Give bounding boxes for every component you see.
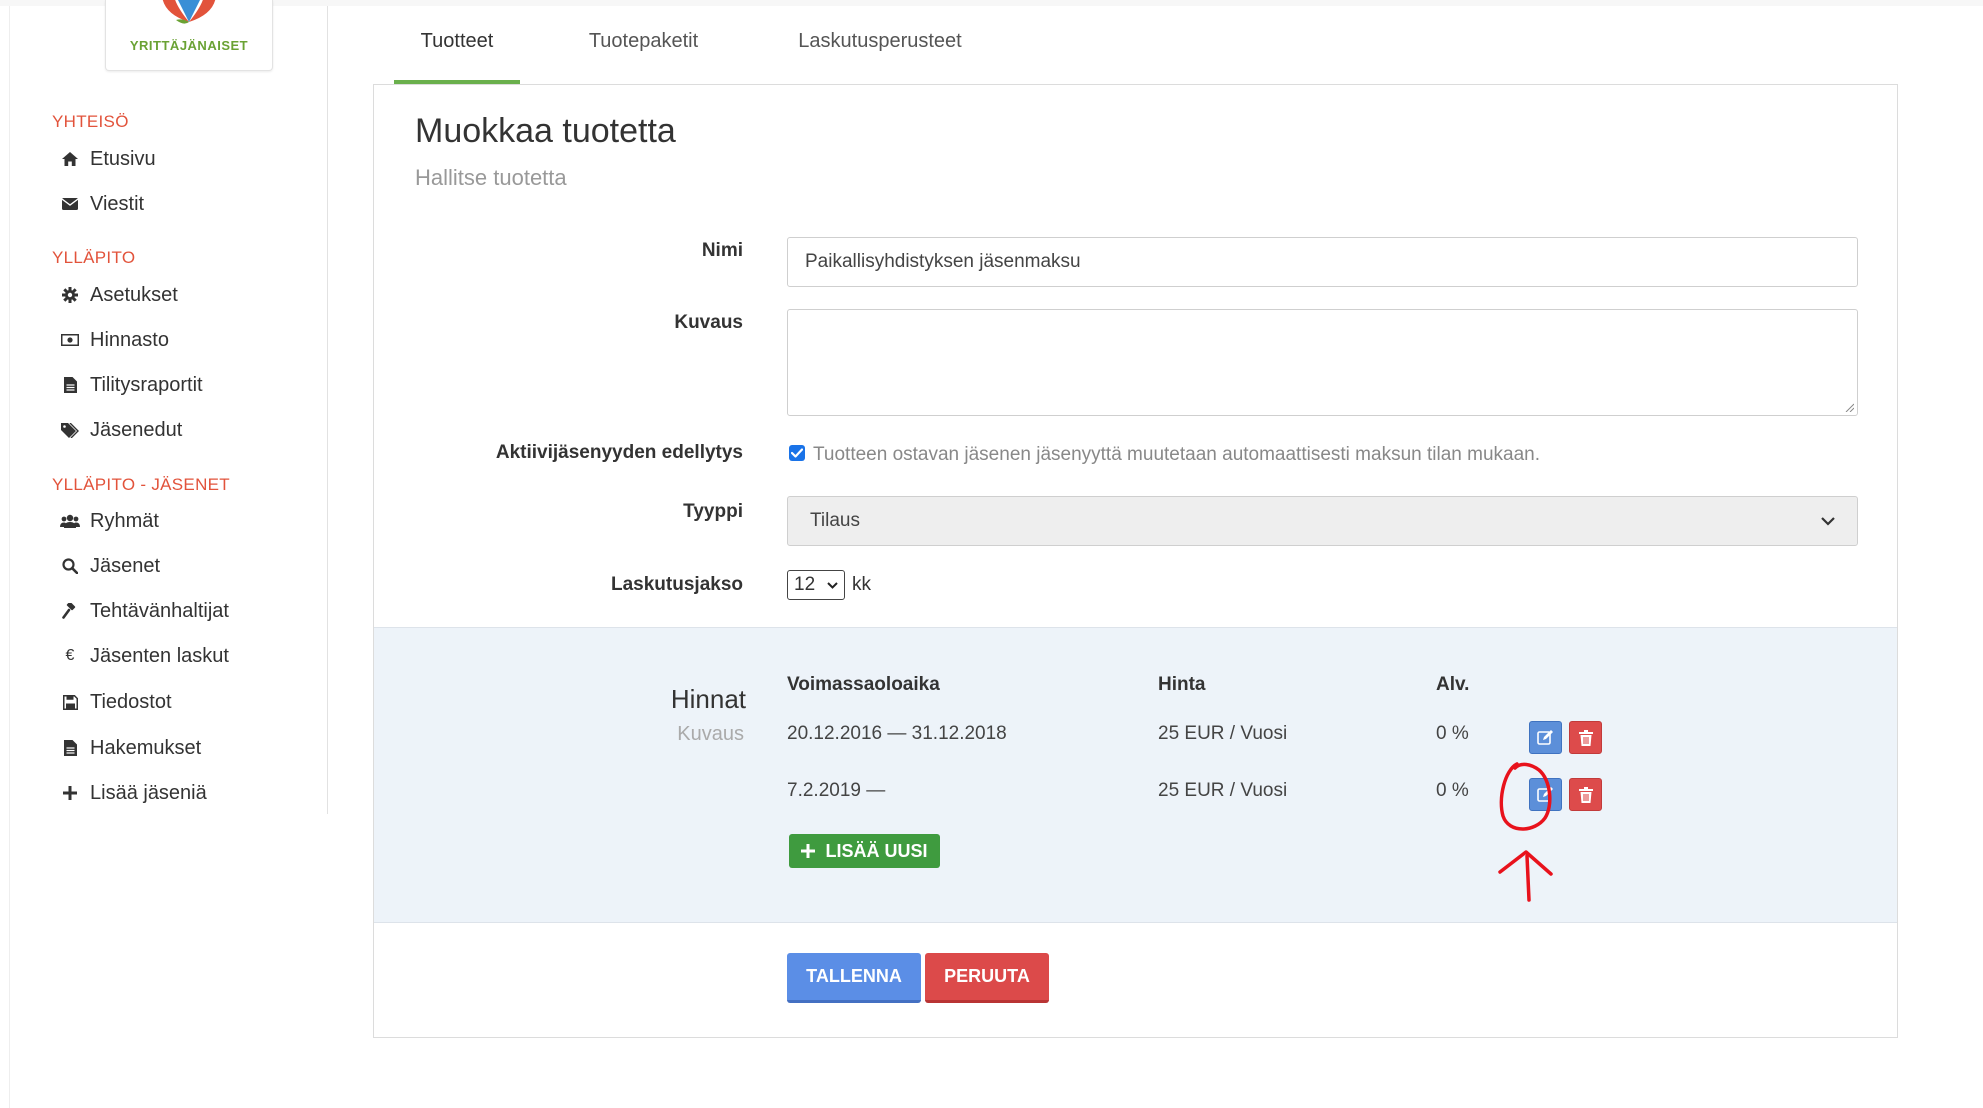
type-label: Tyyppi (683, 501, 743, 522)
prices-title: Hinnat (670, 684, 746, 714)
billing-period-select[interactable]: 12 (787, 570, 845, 600)
logo-text: YRITTÄJÄNAISET (129, 38, 249, 53)
tags-icon (60, 422, 80, 438)
tab-tuotepaketit[interactable]: Tuotepaketit (565, 30, 722, 74)
description-textarea[interactable] (787, 309, 1858, 416)
file-icon (60, 377, 80, 393)
home-icon (60, 152, 80, 166)
section-title-yhteiso: YHTEISÖ (52, 112, 129, 131)
active-membership-text: Tuotteen ostavan jäsenen jäsenyyttä muut… (813, 444, 1541, 465)
price-vat: 0 % (1436, 780, 1469, 801)
sidebar-item-tilitysraportit[interactable]: Tilitysraportit (60, 370, 203, 400)
price-vat: 0 % (1436, 723, 1469, 744)
type-select-value: Tilaus (810, 510, 860, 531)
description-label: Kuvaus (674, 312, 743, 333)
sidebar-item-label: Jäsenten laskut (90, 644, 229, 667)
gavel-icon (60, 603, 80, 619)
sidebar-item-tehtavanhaltijat[interactable]: Tehtävänhaltijat (60, 596, 229, 626)
tab-tuotteet[interactable]: Tuotteet (394, 30, 520, 74)
plus-icon (801, 844, 816, 858)
money-icon (60, 334, 80, 346)
price-validity: 20.12.2016 — 31.12.2018 (787, 723, 1007, 744)
euro-icon: € (65, 647, 75, 664)
sidebar-item-label: Jäsenet (90, 554, 161, 577)
column-header-vat: Alv. (1436, 674, 1470, 695)
users-icon (60, 514, 80, 528)
page-title: Muokkaa tuotetta (415, 112, 676, 150)
sidebar-item-viestit[interactable]: Viestit (60, 189, 144, 219)
brand-logo[interactable]: YRITTÄJÄNAISET (105, 0, 273, 71)
sidebar-item-tiedostot[interactable]: Tiedostot (60, 687, 172, 717)
sidebar-item-asetukset[interactable]: Asetukset (60, 280, 178, 310)
search-icon (60, 558, 80, 574)
sidebar-item-jasenet[interactable]: Jäsenet (60, 551, 160, 581)
resize-grip-icon[interactable] (1844, 402, 1854, 412)
sidebar-item-hinnasto[interactable]: Hinnasto (60, 325, 169, 355)
sidebar-item-label: Jäsenedut (90, 418, 183, 441)
sidebar-item-jasenten-laskut[interactable]: € Jäsenten laskut (60, 641, 229, 671)
chevron-down-icon (1821, 516, 1835, 526)
sidebar-item-label: Etusivu (90, 147, 156, 170)
name-input-value: Paikallisyhdistyksen jäsenmaksu (805, 251, 1081, 272)
name-input[interactable]: Paikallisyhdistyksen jäsenmaksu (787, 237, 1858, 287)
add-price-button[interactable]: LISÄÄ UUSI (789, 834, 940, 868)
sidebar-item-etusivu[interactable]: Etusivu (60, 144, 156, 174)
price-amount: 25 EUR / Vuosi (1158, 780, 1288, 801)
save-button[interactable]: TALLENNA (787, 953, 921, 1003)
checkmark-icon (791, 448, 803, 458)
sidebar-divider (327, 6, 328, 814)
chevron-down-icon (827, 581, 838, 589)
prices-section (374, 627, 1897, 923)
cancel-button[interactable]: PERUUTA (925, 953, 1049, 1003)
tab-laskutusperusteet[interactable]: Laskutusperusteet (770, 30, 990, 74)
envelope-icon (60, 198, 80, 210)
trash-icon (1578, 786, 1593, 803)
active-membership-checkbox[interactable] (789, 445, 805, 461)
trash-icon (1578, 729, 1593, 746)
logo-mark-icon (162, 0, 216, 24)
price-amount: 25 EUR / Vuosi (1158, 723, 1288, 744)
billing-period-value: 12 (794, 574, 816, 595)
sidebar-item-label: Tehtävänhaltijat (90, 599, 229, 622)
section-title-yllapito-jasenet: YLLÄPITO - JÄSENET (52, 475, 230, 494)
section-title-yllapito: YLLÄPITO (52, 248, 136, 267)
name-label: Nimi (701, 240, 743, 261)
sidebar-item-label: Tiedostot (90, 690, 172, 713)
sidebar-item-lisaa-jasenia[interactable]: Lisää jäseniä (60, 778, 207, 808)
billing-period-unit: kk (852, 574, 871, 595)
sidebar-item-label: Viestit (90, 192, 145, 215)
edit-price-button[interactable] (1529, 721, 1562, 754)
sidebar-item-label: Asetukset (90, 283, 178, 306)
sidebar-item-label: Lisää jäseniä (90, 781, 207, 804)
type-select[interactable]: Tilaus (787, 496, 1858, 546)
sidebar-item-hakemukset[interactable]: Hakemukset (60, 733, 201, 763)
annotation-circle-arrow (1498, 762, 1553, 902)
active-membership-label: Aktiivijäsenyyden edellytys (495, 442, 743, 463)
column-header-price: Hinta (1158, 674, 1206, 695)
file-icon (60, 740, 80, 756)
billing-period-label: Laskutusjakso (611, 574, 743, 595)
add-price-label: LISÄÄ UUSI (825, 840, 928, 861)
page-subtitle: Hallitse tuotetta (415, 165, 567, 190)
sidebar-item-label: Ryhmät (90, 509, 159, 532)
column-header-validity: Voimassaoloaika (787, 674, 940, 695)
sidebar-item-jasenedut[interactable]: Jäsenedut (60, 415, 182, 445)
plus-icon (60, 786, 80, 800)
price-validity: 7.2.2019 — (787, 780, 886, 801)
sidebar-item-label: Tilitysraportit (90, 373, 203, 396)
sidebar-item-ryhmat[interactable]: Ryhmät (60, 506, 159, 536)
edit-icon (1537, 730, 1553, 745)
sidebar-item-label: Hinnasto (90, 328, 169, 351)
delete-price-button[interactable] (1569, 721, 1602, 754)
save-icon (60, 694, 80, 710)
gear-icon (60, 287, 80, 303)
prices-description: Kuvaus (677, 723, 744, 745)
sidebar-item-label: Hakemukset (90, 736, 202, 759)
